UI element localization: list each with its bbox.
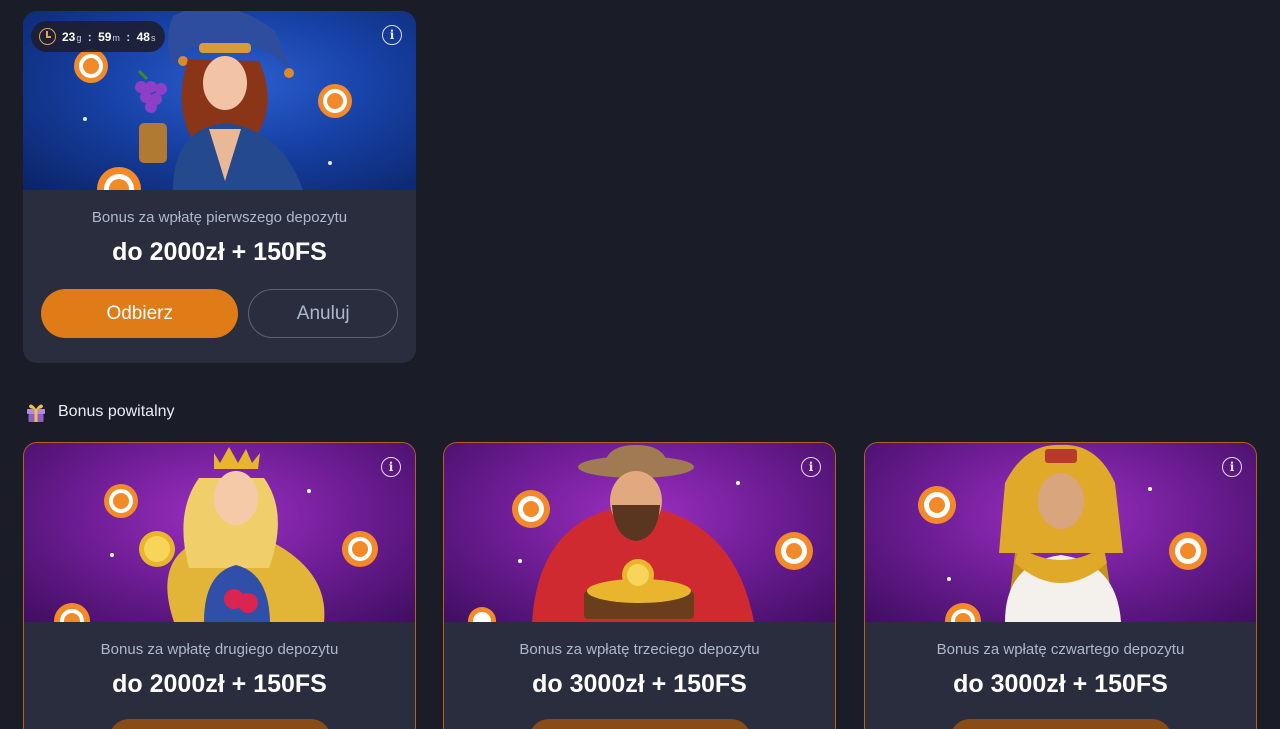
info-icon[interactable]: i [801,457,821,477]
bonus-countdown-timer: 23g : 59m : 48s [31,21,166,52]
timer-minutes-unit: m [112,32,120,43]
claim-button[interactable] [108,719,331,729]
cleopatra-illustration [918,444,1207,622]
timer-hours: 23 [62,29,76,44]
claim-button[interactable] [949,719,1172,729]
bonus-amount: do 2000zł + 150FS [112,670,327,698]
welcome-bonus-card-fourth-deposit: i Bonus za wpłatę czwartego depozytu do … [864,442,1257,729]
clock-icon [39,28,56,45]
bonus-banner-cleopatra: i [865,443,1256,622]
bonus-actions: Odbierz Anuluj [23,289,416,338]
bonus-banner-jester: 23g : 59m : 48s i [23,11,416,190]
active-bonus-card: 23g : 59m : 48s i Bonus za wpłatę pierws… [23,11,416,363]
bonus-amount: do 3000zł + 150FS [953,670,1168,698]
claim-button[interactable] [528,719,751,729]
timer-minutes: 59 [98,29,112,44]
explorer-illustration [468,445,813,622]
bonus-caption: Bonus za wpłatę czwartego depozytu [936,641,1185,658]
bonus-amount: do 3000zł + 150FS [532,670,747,698]
queen-illustration [54,447,378,622]
bonus-caption: Bonus za wpłatę trzeciego depozytu [519,641,760,658]
welcome-bonus-header: Bonus powitalny [25,401,175,423]
info-icon[interactable]: i [382,25,402,45]
info-icon[interactable]: i [1222,457,1242,477]
bonuses-page: 23g : 59m : 48s i Bonus za wpłatę pierws… [0,0,1280,729]
welcome-bonus-card-third-deposit: i Bonus za wpłatę trzeciego depozytu do … [443,442,836,729]
gift-icon [27,404,45,422]
bonus-caption: Bonus za wpłatę pierwszego depozytu [91,209,348,226]
timer-seconds-unit: s [150,32,156,43]
timer-seconds: 48 [136,29,150,44]
bonus-banner-queen: i [24,443,415,622]
bonus-amount: do 2000zł + 150FS [112,238,327,266]
bonus-caption: Bonus za wpłatę drugiego depozytu [100,641,339,658]
timer-hours-unit: g [76,32,82,43]
bonus-banner-explorer: i [444,443,835,622]
cancel-button[interactable]: Anuluj [248,289,398,338]
section-title: Bonus powitalny [58,403,175,420]
welcome-bonus-card-second-deposit: i Bonus za wpłatę drugiego depozytu do 2… [23,442,416,729]
info-icon[interactable]: i [381,457,401,477]
claim-button[interactable]: Odbierz [41,289,239,338]
